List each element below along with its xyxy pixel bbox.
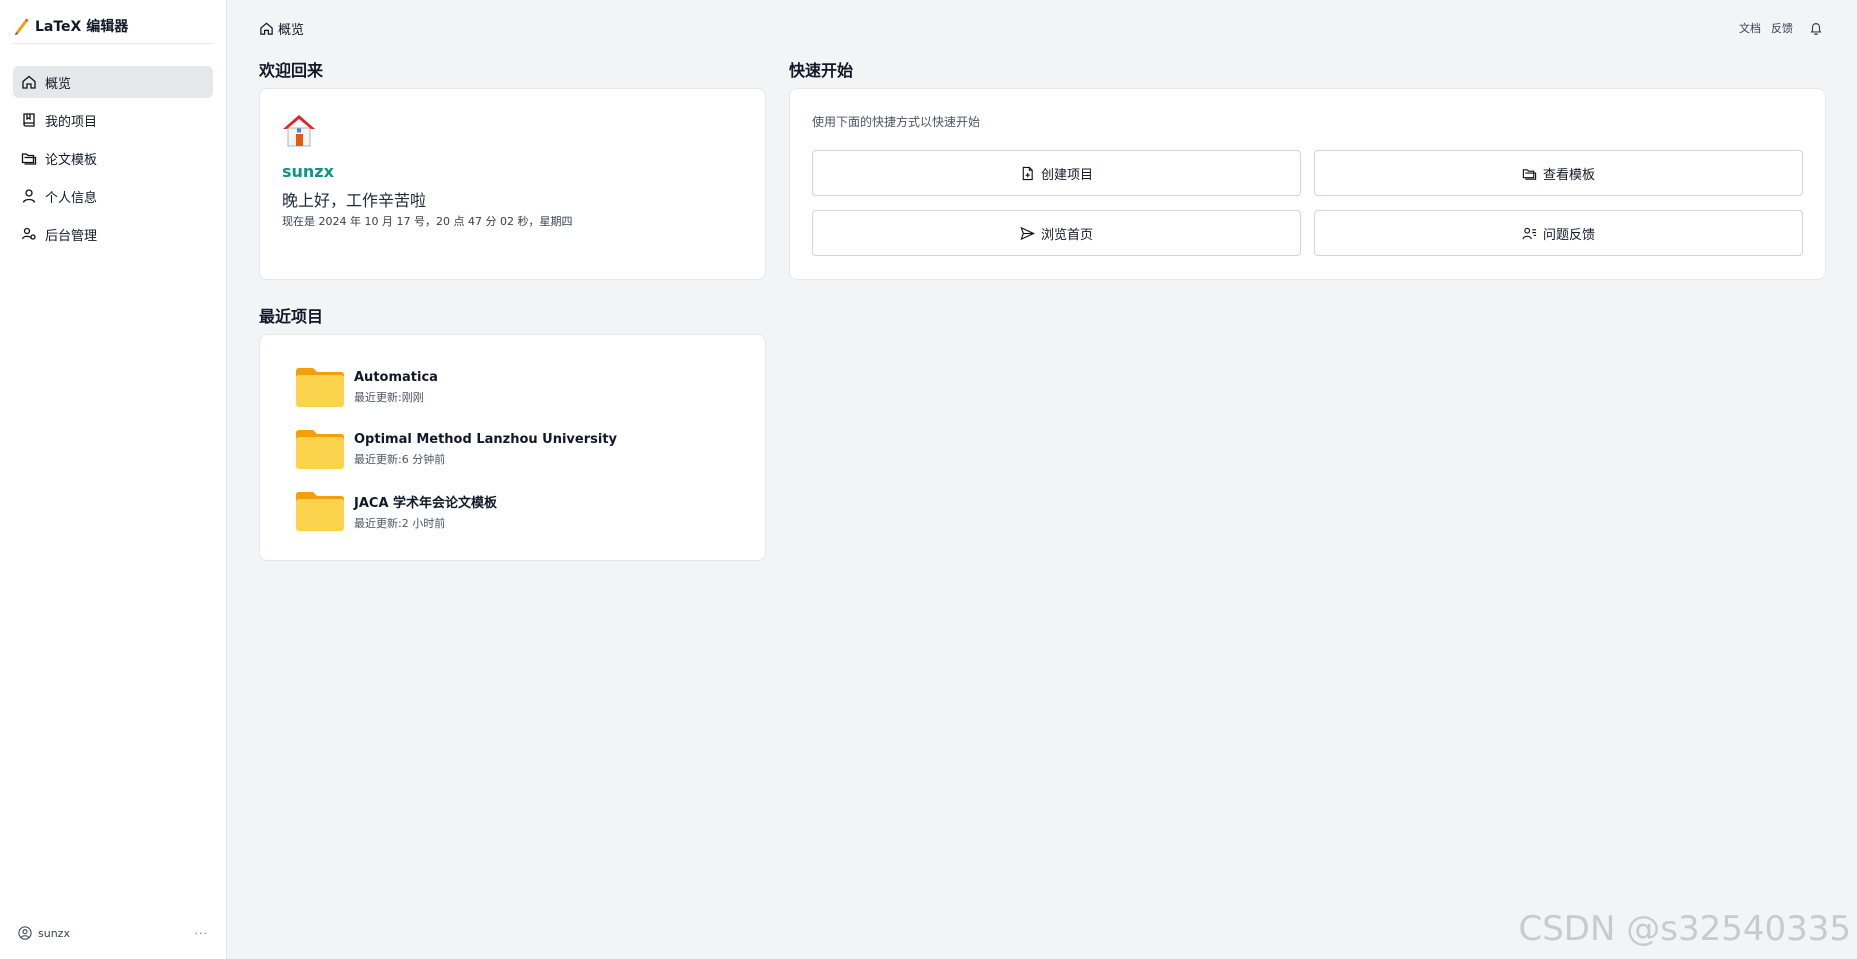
recent-project-updated: 最近更新:2 小时前 — [354, 516, 446, 530]
welcome-username: sunzx — [282, 162, 334, 181]
recent-project-updated: 最近更新:6 分钟前 — [354, 452, 446, 466]
recent-project-name: JACA 学术年会论文模板 — [354, 495, 498, 511]
recent-project-text: JACA 学术年会论文模板 最近更新:2 小时前 — [354, 492, 497, 531]
create-project-button[interactable]: 创建项目 — [812, 150, 1301, 196]
recent-project-item[interactable]: JACA 学术年会论文模板 最近更新:2 小时前 — [296, 488, 716, 534]
watermark: CSDN @s32540335 — [1518, 909, 1851, 949]
book-icon — [23, 113, 35, 127]
sidebar-item-my-projects[interactable]: 我的项目 — [13, 104, 213, 136]
browse-home-label: 浏览首页 — [1040, 227, 1093, 243]
user-icon — [22, 189, 36, 203]
sidebar-item-profile[interactable]: 个人信息 — [13, 180, 213, 212]
welcome-section-title: 欢迎回来 — [259, 61, 324, 80]
sidebar-item-admin[interactable]: 后台管理 — [13, 218, 213, 250]
quick-section-title: 快速开始 — [789, 61, 854, 80]
feedback-link[interactable]: 反馈 — [1771, 20, 1793, 36]
users-cog-icon — [21, 227, 36, 240]
brand[interactable]: LaTeX 编辑器 — [13, 14, 213, 44]
view-templates-label: 查看模板 — [1542, 167, 1595, 183]
top-actions: 文档 反馈 — [1739, 20, 1823, 36]
recent-section-title: 最近项目 — [259, 307, 324, 326]
sidebar-item-label: 概览 — [45, 76, 72, 92]
feedback-button[interactable]: 问题反馈 — [1314, 210, 1803, 256]
quick-start-card: 使用下面的快捷方式以快速开始 创建项目 查看模板 浏览首页 问题反馈 — [789, 88, 1826, 280]
topbar: 概览 文档 反馈 — [227, 0, 1857, 52]
breadcrumb: 概览 — [259, 19, 304, 38]
house-icon — [283, 115, 315, 147]
recent-project-text: Optimal Method Lanzhou University 最近更新:6… — [354, 432, 617, 467]
docs-link[interactable]: 文档 — [1739, 20, 1761, 36]
welcome-greeting: 晚上好，工作辛苦啦 — [282, 191, 427, 210]
folders-icon — [1522, 168, 1537, 180]
sidebar-item-templates[interactable]: 论文模板 — [13, 142, 213, 174]
breadcrumb-current: 概览 — [278, 23, 305, 38]
recent-project-name: Automatica — [354, 369, 438, 385]
user-circle-icon — [18, 926, 32, 940]
home-icon — [22, 75, 36, 89]
recent-project-name: Optimal Method Lanzhou University — [354, 431, 618, 447]
sidebar-item-label: 我的项目 — [45, 114, 98, 130]
recent-projects-card: Automatica 最近更新:刚刚 Optimal Method Lanzho… — [259, 334, 766, 561]
view-templates-button[interactable]: 查看模板 — [1314, 150, 1803, 196]
recent-project-updated: 最近更新:刚刚 — [354, 390, 424, 404]
brand-title: LaTeX 编辑器 — [35, 18, 129, 35]
folder-icon — [296, 492, 344, 531]
quick-description: 使用下面的快捷方式以快速开始 — [812, 115, 981, 129]
pencil-logo-icon — [15, 18, 29, 35]
recent-project-item[interactable]: Automatica 最近更新:刚刚 — [296, 364, 716, 410]
more-icon[interactable]: ··· — [195, 927, 209, 940]
user-list-icon — [1522, 227, 1537, 239]
welcome-card: sunzx 晚上好，工作辛苦啦 现在是 2024 年 10 月 17 号，20 … — [259, 88, 766, 280]
send-icon — [1020, 226, 1035, 240]
sidebar-user[interactable]: sunzx ··· — [18, 924, 208, 942]
sidebar-item-label: 后台管理 — [45, 228, 98, 244]
sidebar-nav: 概览 我的项目 论文模板 个人信息 后台管理 — [13, 66, 213, 256]
feedback-label: 问题反馈 — [1542, 227, 1595, 243]
sidebar-item-overview[interactable]: 概览 — [13, 66, 213, 98]
recent-project-text: Automatica 最近更新:刚刚 — [354, 370, 438, 405]
home-icon — [260, 22, 273, 35]
sidebar-username: sunzx — [38, 926, 70, 940]
folder-icon — [296, 368, 344, 407]
bell-icon[interactable] — [1809, 21, 1823, 35]
file-plus-icon — [1022, 166, 1033, 180]
sidebar-item-label: 个人信息 — [45, 190, 98, 206]
sidebar: LaTeX 编辑器 概览 我的项目 论文模板 个人信息 后台管理 sunzx ·… — [0, 0, 227, 959]
folder-icon — [296, 430, 344, 469]
create-project-label: 创建项目 — [1040, 167, 1093, 183]
browse-home-button[interactable]: 浏览首页 — [812, 210, 1301, 256]
sidebar-item-label: 论文模板 — [45, 152, 98, 168]
welcome-datetime: 现在是 2024 年 10 月 17 号，20 点 47 分 02 秒，星期四 — [282, 215, 573, 228]
folders-icon — [21, 153, 37, 165]
recent-project-item[interactable]: Optimal Method Lanzhou University 最近更新:6… — [296, 426, 716, 472]
